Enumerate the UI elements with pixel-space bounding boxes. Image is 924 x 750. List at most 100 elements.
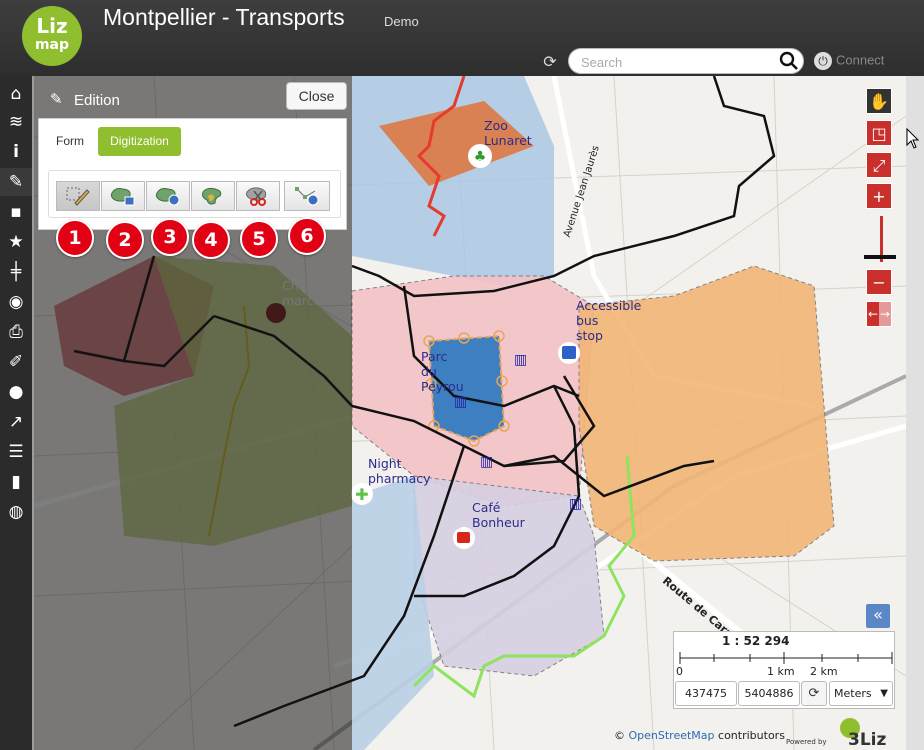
sidebar-layers[interactable]: ≋ bbox=[0, 108, 32, 136]
svg-text:▥: ▥ bbox=[569, 496, 582, 512]
sidebar-print[interactable]: ⎙ bbox=[0, 318, 32, 346]
sidebar-locate[interactable]: ◉ bbox=[0, 288, 32, 316]
tab-form[interactable]: Form bbox=[48, 127, 92, 155]
sidebar-edition[interactable]: ✎ bbox=[0, 168, 32, 196]
osm-link[interactable]: OpenStreetMap bbox=[629, 729, 715, 742]
units-select-value: Meters bbox=[834, 687, 872, 700]
tool-add-part-button[interactable] bbox=[101, 181, 145, 211]
powered-by-label: Powered by bbox=[786, 738, 827, 746]
home-icon: ⌂ bbox=[10, 84, 22, 104]
zoom-in-button[interactable]: + bbox=[866, 183, 892, 209]
arrow-left-icon: ← bbox=[867, 307, 879, 321]
arrow-right-icon: → bbox=[879, 307, 891, 321]
label-zoo: Zoo Lunaret bbox=[484, 118, 532, 148]
sidebar-comment[interactable]: ▪ bbox=[0, 198, 32, 226]
expand-overview-button[interactable]: « bbox=[866, 604, 890, 628]
sidebar-signpost[interactable]: ╪ bbox=[0, 258, 32, 286]
add-hole-icon bbox=[155, 188, 180, 206]
tool-merge-button[interactable] bbox=[191, 181, 235, 211]
app-subtitle: Demo bbox=[384, 14, 419, 29]
refresh-icon: ⟳ bbox=[808, 686, 820, 701]
tool-split-button[interactable] bbox=[236, 181, 280, 211]
close-button[interactable]: Close bbox=[286, 82, 347, 110]
sidebar-chart[interactable]: ▮ bbox=[0, 468, 32, 496]
comment-icon: ▪ bbox=[10, 202, 22, 222]
share-icon: ↗ bbox=[8, 412, 24, 432]
edit-vertices-icon bbox=[66, 187, 90, 206]
coord-y-field[interactable]: 5404886 bbox=[738, 681, 800, 706]
hand-icon: ✋ bbox=[869, 92, 889, 111]
scale-tick-0: 0 bbox=[676, 665, 683, 678]
logo-text-top: Liz bbox=[36, 14, 68, 38]
sidebar-globe[interactable]: ◍ bbox=[0, 498, 32, 526]
globe-icon: ◍ bbox=[8, 502, 24, 522]
svg-text:▥: ▥ bbox=[514, 352, 527, 368]
page-scrollbar[interactable] bbox=[906, 76, 924, 750]
info-icon: i bbox=[13, 142, 19, 162]
chart-icon: ▮ bbox=[11, 472, 21, 492]
annotation-badge-3: 3 bbox=[151, 218, 189, 256]
power-icon: ⏻ bbox=[814, 52, 832, 70]
search-input[interactable] bbox=[581, 53, 771, 71]
reshape-nodes-icon bbox=[295, 187, 319, 206]
sidebar-list[interactable]: ☰ bbox=[0, 438, 32, 466]
edition-title-icon: ✎ bbox=[50, 90, 63, 108]
refresh-icon[interactable]: ⟳ bbox=[540, 52, 560, 72]
lizmap-logo[interactable]: Liz map bbox=[22, 6, 82, 66]
pan-button[interactable]: ✋ bbox=[866, 88, 892, 114]
tool-reshape-button[interactable] bbox=[284, 181, 330, 211]
scale-value: 1 : 52 294 bbox=[722, 634, 790, 648]
split-scissors-icon bbox=[246, 187, 267, 206]
svg-text:✚: ✚ bbox=[355, 485, 368, 504]
list-icon: ☰ bbox=[8, 442, 24, 462]
print-icon: ⎙ bbox=[9, 322, 23, 342]
connect-label: Connect bbox=[836, 52, 885, 68]
search-box bbox=[568, 48, 804, 74]
coord-refresh-button[interactable]: ⟳ bbox=[801, 681, 827, 706]
locate-icon: ◉ bbox=[8, 292, 24, 312]
navigation-history: ← → bbox=[866, 301, 892, 327]
label-chez-marcel: Chez marcel bbox=[282, 278, 325, 308]
sidebar-share[interactable]: ↗ bbox=[0, 408, 32, 436]
sidebar-favorites[interactable]: ★ bbox=[0, 228, 32, 256]
attribution-suffix: contributors bbox=[718, 729, 785, 742]
history-back-button[interactable]: ← bbox=[867, 302, 879, 326]
tool-add-hole-button[interactable] bbox=[146, 181, 190, 211]
coord-x-field[interactable]: 437475 bbox=[675, 681, 737, 706]
scale-tick-1km: 1 km bbox=[767, 665, 795, 678]
connect-button[interactable]: ⏻ Connect bbox=[814, 52, 884, 70]
units-select[interactable]: Meters ▼ bbox=[829, 681, 893, 706]
edition-title: Edition bbox=[74, 92, 120, 109]
sidebar-chat[interactable]: ● bbox=[0, 378, 32, 406]
zoom-slider-handle[interactable] bbox=[864, 255, 896, 259]
layers-icon: ≋ bbox=[8, 112, 24, 132]
zoom-extent-button[interactable]: ⤢ bbox=[866, 152, 892, 178]
search-icon[interactable] bbox=[779, 51, 799, 71]
scale-tick-2km: 2 km bbox=[810, 665, 838, 678]
logo-text-bottom: map bbox=[34, 37, 70, 53]
zoom-box-icon: ◳ bbox=[871, 124, 887, 143]
sidebar: ⌂ ≋ i ✎ ▪ ★ ╪ ◉ ⎙ ✐ ● ↗ ☰ ▮ ◍ bbox=[0, 76, 32, 750]
sidebar-measure[interactable]: ✐ bbox=[0, 348, 32, 376]
chat-icon: ● bbox=[8, 382, 24, 402]
annotation-badge-6: 6 bbox=[288, 217, 326, 255]
zoom-box-button[interactable]: ◳ bbox=[866, 120, 892, 146]
minus-icon: − bbox=[872, 273, 886, 292]
3liz-logo-text: 3Liz bbox=[848, 730, 887, 750]
label-accessible-bus: Accessible bus stop bbox=[576, 298, 642, 343]
sidebar-info[interactable]: i bbox=[0, 138, 32, 166]
annotation-badge-2: 2 bbox=[106, 221, 144, 259]
mouse-cursor-icon bbox=[906, 128, 920, 149]
history-forward-button[interactable]: → bbox=[879, 302, 891, 326]
annotation-badge-1: 1 bbox=[56, 219, 94, 257]
annotation-badge-5: 5 bbox=[240, 220, 278, 258]
tool-edit-vertices-button[interactable] bbox=[56, 181, 100, 211]
double-chevron-left-icon: « bbox=[873, 605, 883, 624]
zoom-out-button[interactable]: − bbox=[866, 269, 892, 295]
star-icon: ★ bbox=[8, 232, 24, 252]
sidebar-home[interactable]: ⌂ bbox=[0, 80, 32, 108]
attribution-prefix: © bbox=[614, 729, 625, 742]
svg-text:♣: ♣ bbox=[474, 149, 487, 165]
merge-icon bbox=[202, 187, 222, 205]
tab-digitization[interactable]: Digitization bbox=[98, 127, 181, 156]
